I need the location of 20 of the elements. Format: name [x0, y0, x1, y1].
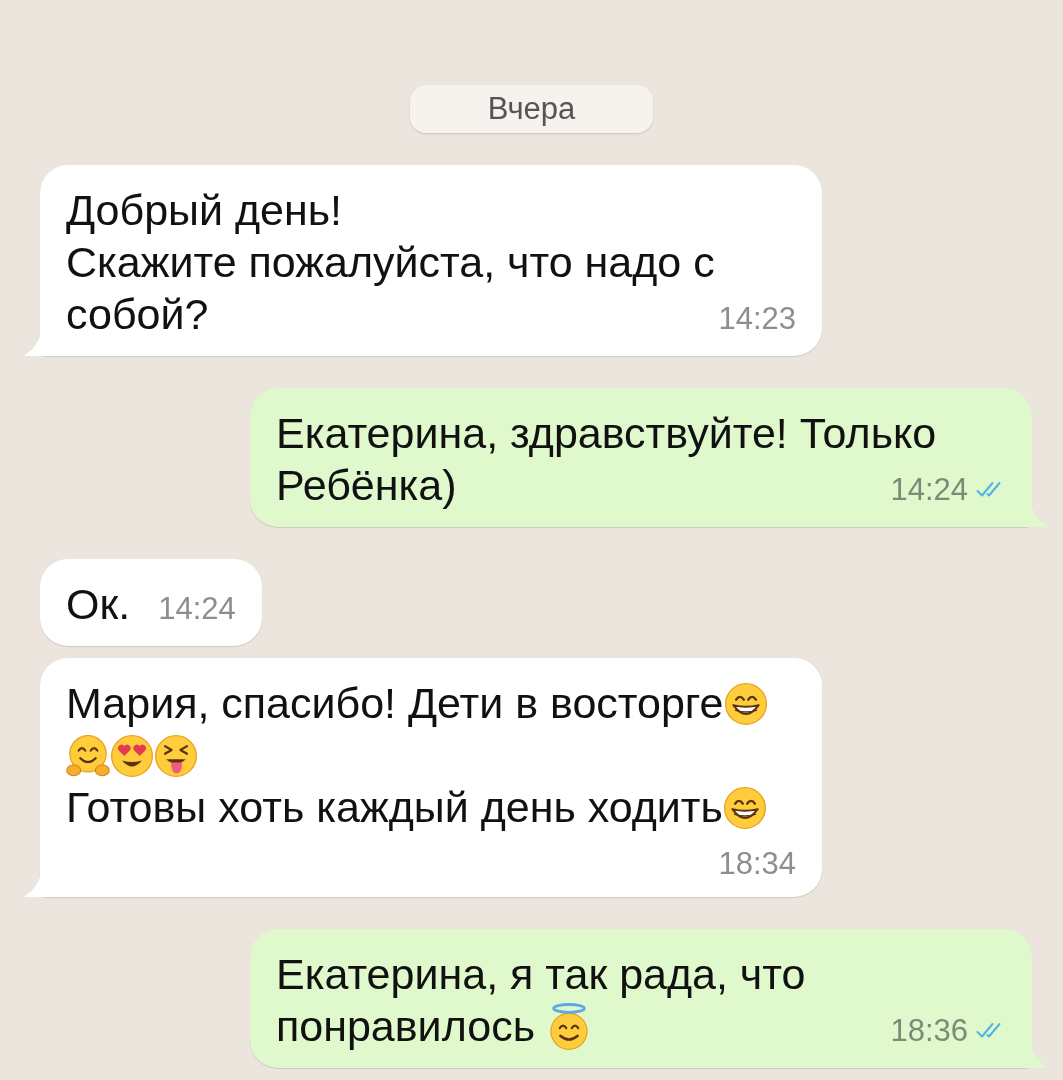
- message-text: Екатерина, я так рада, что: [276, 950, 806, 998]
- message-text: Добрый день! Скажите пожалуйста, что надо с собой?: [66, 186, 715, 338]
- message-time: 14:24: [158, 592, 236, 626]
- message-time: 14:23: [718, 302, 796, 336]
- heart-eyes-face-icon: [110, 734, 154, 778]
- message-text: Готовы хоть каждый день ходить: [66, 783, 723, 831]
- message-time: 18:36: [890, 1014, 968, 1048]
- message-text: Ребёнка): [276, 461, 457, 509]
- halo-face-icon: [547, 1003, 591, 1051]
- date-separator: Вчера: [409, 85, 654, 133]
- message-text: Ок.: [66, 580, 131, 628]
- message-time: 14:24: [890, 473, 968, 507]
- grinning-face-icon: [723, 682, 768, 726]
- tongue-out-face-icon: [154, 734, 198, 778]
- message-text: понравилось: [276, 1002, 537, 1050]
- hugging-face-icon: [66, 734, 110, 778]
- message-text: Мария, спасибо! Дети в восторге: [66, 679, 724, 727]
- grinning-face-icon: [722, 786, 767, 830]
- message-time: 18:34: [718, 847, 796, 881]
- message-text: Екатерина, здравствуйте! Только: [276, 409, 937, 457]
